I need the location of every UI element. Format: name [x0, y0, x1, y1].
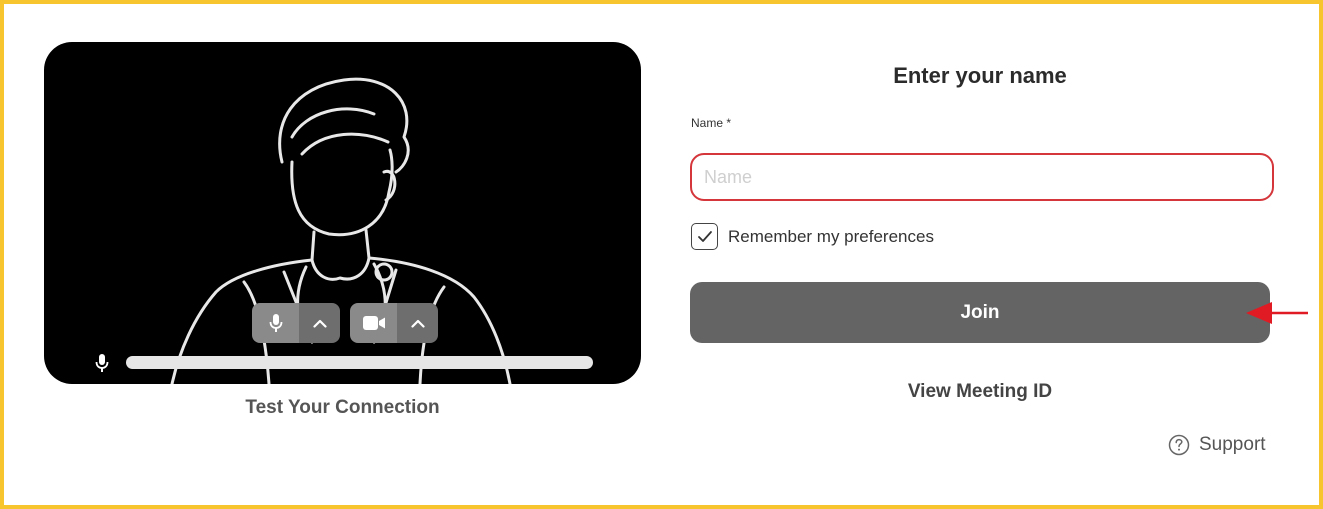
- avatar-illustration: [170, 77, 512, 384]
- camera-toggle-button[interactable]: [350, 303, 397, 343]
- page-title: Enter your name: [893, 63, 1067, 88]
- microphone-options-button[interactable]: [299, 303, 340, 343]
- chevron-up-icon: [312, 319, 327, 328]
- microphone-icon: [269, 314, 282, 332]
- test-connection-link[interactable]: Test Your Connection: [44, 397, 641, 419]
- remember-preferences-checkbox[interactable]: [691, 223, 718, 250]
- name-field-label: Name *: [691, 116, 732, 130]
- remember-preferences-label: Remember my preferences: [728, 226, 934, 246]
- view-meeting-id-link[interactable]: View Meeting ID: [690, 381, 1270, 403]
- camera-options-button[interactable]: [397, 303, 438, 343]
- audio-level-meter: [94, 351, 604, 373]
- name-input[interactable]: [690, 153, 1274, 201]
- microphone-icon: [95, 354, 109, 372]
- remember-preferences-row[interactable]: Remember my preferences: [691, 223, 934, 250]
- camera-controls: [350, 303, 438, 343]
- video-preview: [44, 42, 641, 384]
- microphone-controls: [252, 303, 340, 343]
- support-link[interactable]: Support: [1168, 434, 1266, 456]
- join-button[interactable]: Join: [690, 282, 1270, 343]
- chevron-up-icon: [410, 319, 425, 328]
- audio-level-bar: [126, 356, 593, 369]
- video-camera-icon: [362, 316, 385, 330]
- annotation-arrow-icon: [1246, 302, 1308, 324]
- help-circle-icon: [1168, 434, 1190, 456]
- checkmark-icon: [697, 231, 712, 242]
- support-label: Support: [1199, 434, 1266, 455]
- microphone-toggle-button[interactable]: [252, 303, 299, 343]
